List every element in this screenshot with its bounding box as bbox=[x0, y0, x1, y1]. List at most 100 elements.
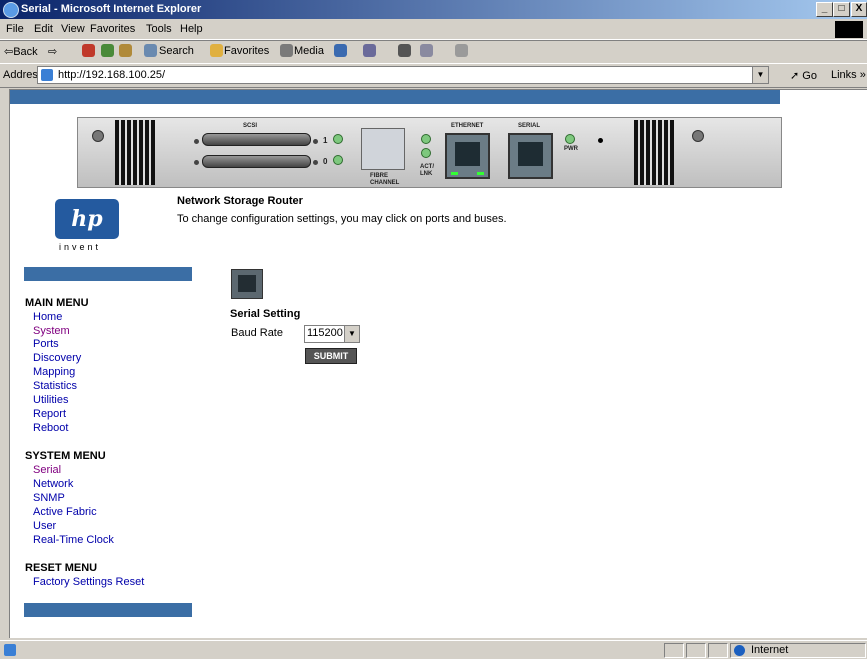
vent-right bbox=[634, 120, 674, 185]
menu-item-system[interactable]: System bbox=[33, 325, 70, 337]
menu-item-statistics[interactable]: Statistics bbox=[33, 380, 77, 392]
ethernet-port[interactable] bbox=[445, 133, 490, 179]
scsi-label: SCSI bbox=[243, 123, 258, 129]
mail-icon[interactable] bbox=[363, 44, 376, 57]
ethernet-led bbox=[477, 172, 484, 175]
sidebar-bar-bottom bbox=[24, 603, 192, 617]
address-input[interactable]: http://192.168.100.25/ ▼ bbox=[37, 66, 769, 84]
baud-rate-label: Baud Rate bbox=[231, 327, 283, 339]
go-button[interactable]: ➚ Go bbox=[790, 69, 817, 82]
menu-item-ports[interactable]: Ports bbox=[33, 338, 59, 350]
menu-edit[interactable]: Edit bbox=[34, 23, 53, 35]
refresh-icon[interactable] bbox=[101, 44, 114, 57]
menu-item-discovery[interactable]: Discovery bbox=[33, 352, 81, 364]
status-bar: Internet bbox=[0, 640, 867, 659]
baud-rate-select[interactable]: 115200 ▼ bbox=[304, 325, 360, 343]
chevron-down-icon[interactable]: ▼ bbox=[344, 326, 359, 342]
menu-item-home[interactable]: Home bbox=[33, 311, 62, 323]
favorites-icon bbox=[210, 44, 223, 57]
serial-port[interactable] bbox=[508, 133, 553, 179]
menu-item-serial[interactable]: Serial bbox=[33, 464, 61, 476]
menu-tools[interactable]: Tools bbox=[146, 23, 172, 35]
menu-item-reboot[interactable]: Reboot bbox=[33, 422, 68, 434]
status-pane bbox=[708, 643, 728, 658]
submit-button[interactable]: SUBMIT bbox=[305, 348, 357, 364]
pwr-label: PWR bbox=[564, 146, 578, 152]
page-content: SCSI 1 0 FIBRE CHANNEL ACT/ LNK ETHERNET… bbox=[9, 89, 867, 638]
port-socket bbox=[455, 142, 480, 166]
discuss-icon[interactable] bbox=[455, 44, 468, 57]
baud-rate-value: 115200 bbox=[307, 327, 343, 339]
serial-setting-title: Serial Setting bbox=[230, 308, 301, 320]
window-title: Serial - Microsoft Internet Explorer bbox=[21, 3, 202, 15]
search-button[interactable]: Search bbox=[159, 45, 194, 57]
bus-0-led bbox=[333, 155, 343, 165]
scsi-port-0[interactable] bbox=[202, 155, 311, 168]
logo-tagline: invent bbox=[59, 242, 102, 252]
page-status-icon bbox=[4, 644, 16, 656]
menu-bar: File Edit View Favorites Tools Help bbox=[0, 19, 867, 40]
toolbar: ⇦Back ⇨ Search Favorites Media bbox=[0, 40, 867, 64]
menu-item-network[interactable]: Network bbox=[33, 478, 73, 490]
lnk-led bbox=[421, 148, 431, 158]
menu-item-snmp[interactable]: SNMP bbox=[33, 492, 65, 504]
menu-item-report[interactable]: Report bbox=[33, 408, 66, 420]
page-heading: Network Storage Router bbox=[177, 195, 303, 207]
ethernet-label: ETHERNET bbox=[451, 123, 484, 129]
address-bar: Address http://192.168.100.25/ ▼ ➚ Go Li… bbox=[0, 63, 867, 88]
menu-item-factory-settings-reset[interactable]: Factory Settings Reset bbox=[33, 576, 144, 588]
act-led bbox=[421, 134, 431, 144]
scsi-port-1[interactable] bbox=[202, 133, 311, 146]
port-socket bbox=[518, 142, 543, 166]
media-button[interactable]: Media bbox=[294, 45, 324, 57]
ethernet-led bbox=[451, 172, 458, 175]
title-bar: Serial - Microsoft Internet Explorer _ □… bbox=[0, 0, 867, 19]
bus-1-led bbox=[333, 134, 343, 144]
menu-file[interactable]: File bbox=[6, 23, 24, 35]
chevron-down-icon[interactable]: ▼ bbox=[752, 67, 768, 83]
menu-view[interactable]: View bbox=[61, 23, 85, 35]
stop-icon[interactable] bbox=[82, 44, 95, 57]
page-description: To change configuration settings, you ma… bbox=[177, 213, 507, 225]
print-icon[interactable] bbox=[398, 44, 411, 57]
menu-item-real-time-clock[interactable]: Real-Time Clock bbox=[33, 534, 114, 546]
power-led bbox=[565, 134, 575, 144]
menu-item-mapping[interactable]: Mapping bbox=[33, 366, 75, 378]
serial-label: SERIAL bbox=[518, 123, 541, 129]
media-icon bbox=[280, 44, 293, 57]
back-button[interactable]: ⇦Back bbox=[4, 45, 38, 58]
ie-icon bbox=[3, 2, 19, 18]
menu-help[interactable]: Help bbox=[180, 23, 203, 35]
menu-item-utilities[interactable]: Utilities bbox=[33, 394, 68, 406]
minimize-button[interactable]: _ bbox=[816, 2, 833, 17]
system-menu-title: SYSTEM MENU bbox=[25, 450, 106, 462]
home-icon[interactable] bbox=[119, 44, 132, 57]
reset-pinhole bbox=[598, 138, 603, 143]
edit-icon[interactable] bbox=[420, 44, 433, 57]
security-zone-label: Internet bbox=[751, 644, 789, 656]
port-socket bbox=[238, 275, 256, 292]
menu-item-user[interactable]: User bbox=[33, 520, 56, 532]
history-icon[interactable] bbox=[334, 44, 347, 57]
menu-item-active-fabric[interactable]: Active Fabric bbox=[33, 506, 97, 518]
forward-button[interactable]: ⇨ bbox=[48, 45, 57, 58]
menu-favorites[interactable]: Favorites bbox=[90, 23, 135, 35]
port-dot bbox=[194, 139, 199, 144]
port-dot bbox=[313, 160, 318, 165]
page-icon bbox=[41, 69, 53, 81]
fibre-channel-port[interactable] bbox=[361, 128, 405, 170]
bus-0-label: 0 bbox=[323, 157, 328, 166]
close-button[interactable]: X bbox=[851, 2, 867, 17]
sidebar-bar-top bbox=[24, 267, 192, 281]
fibre-channel-label: FIBRE CHANNEL bbox=[370, 173, 400, 186]
go-label: Go bbox=[802, 70, 817, 82]
favorites-button[interactable]: Favorites bbox=[224, 45, 269, 57]
screw-icon bbox=[692, 130, 704, 142]
act-lnk-label: ACT/ LNK bbox=[420, 164, 434, 177]
address-url[interactable]: http://192.168.100.25/ bbox=[58, 69, 165, 81]
search-icon bbox=[144, 44, 157, 57]
maximize-button[interactable]: □ bbox=[833, 2, 850, 17]
links-button[interactable]: Links » bbox=[831, 69, 866, 81]
serial-port-icon bbox=[231, 269, 263, 299]
header-bar bbox=[10, 90, 780, 104]
